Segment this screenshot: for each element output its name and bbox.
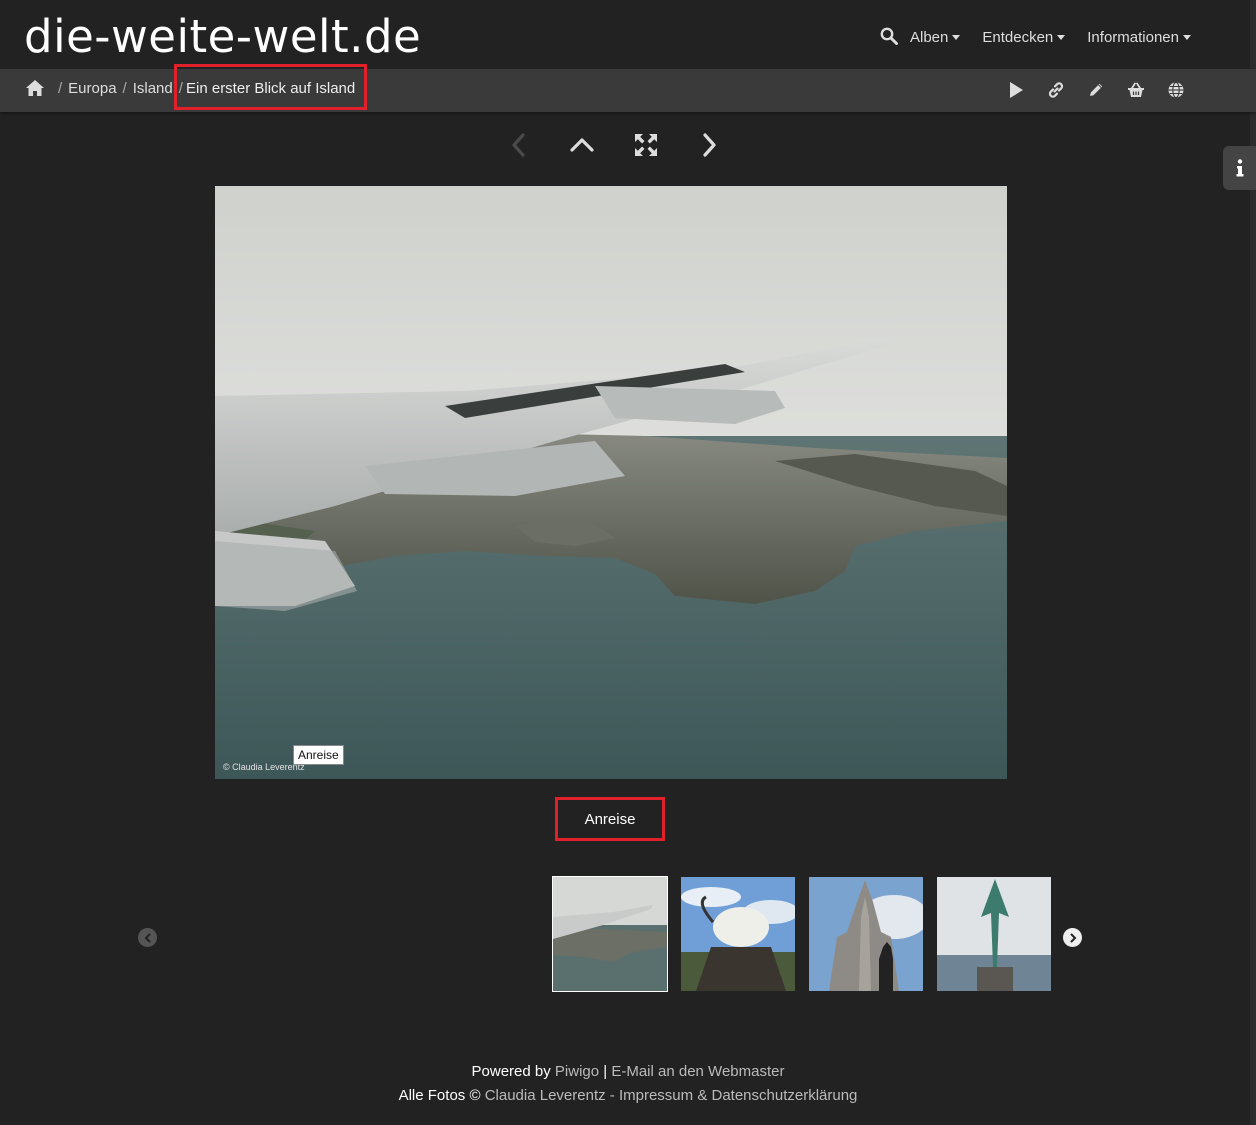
nav-discover-label: Entdecken bbox=[982, 28, 1054, 46]
footer-copyright-sign: © bbox=[469, 1087, 481, 1104]
breadcrumb-island[interactable]: Island bbox=[133, 80, 173, 97]
thumbnail-egg-image bbox=[681, 877, 795, 991]
main-nav: Alben Entdecken Informationen bbox=[880, 25, 1213, 49]
chevron-down-icon bbox=[1057, 34, 1066, 40]
search-icon[interactable] bbox=[880, 27, 900, 47]
info-panel-toggle[interactable] bbox=[1223, 146, 1256, 190]
chevron-down-icon bbox=[1183, 34, 1191, 40]
nav-albums-label: Alben bbox=[910, 28, 949, 46]
breadcrumb-europa[interactable]: Europa bbox=[68, 80, 116, 97]
basket-icon[interactable] bbox=[1126, 80, 1146, 100]
footer-pipe: | bbox=[603, 1063, 608, 1080]
next-image-button[interactable] bbox=[698, 130, 722, 160]
footer-dash: - bbox=[609, 1087, 615, 1104]
breadcrumb: / Europa / Island / bbox=[52, 80, 189, 97]
thumbnail-wing-image bbox=[553, 877, 667, 991]
nav-albums[interactable]: Alben bbox=[910, 28, 961, 46]
thumbnail-church-image bbox=[809, 877, 923, 991]
site-logo[interactable]: die-weite-welt.de bbox=[24, 10, 421, 64]
footer-impressum-link[interactable]: Impressum & Datenschutzerklärung bbox=[619, 1087, 857, 1104]
picture-navigation bbox=[506, 130, 762, 160]
photo-tooltip: Anreise bbox=[293, 745, 344, 765]
thumbnail-anreise[interactable] bbox=[552, 876, 668, 992]
thumbnails-next-button[interactable] bbox=[1063, 928, 1082, 947]
thumbnail-arrow-monument[interactable] bbox=[937, 877, 1051, 991]
nav-discover[interactable]: Entdecken bbox=[982, 28, 1066, 46]
breadcrumb-separator: / bbox=[58, 80, 63, 97]
photo-airplane-wing-over-iceland bbox=[215, 186, 1007, 779]
footer-piwigo-link[interactable]: Piwigo bbox=[555, 1063, 599, 1080]
thumbnail-egg-sculpture[interactable] bbox=[681, 877, 795, 991]
link-icon[interactable] bbox=[1046, 80, 1066, 100]
main-photo[interactable]: © Claudia Leverentz bbox=[215, 186, 1007, 779]
breadcrumb-separator: / bbox=[122, 80, 127, 97]
globe-icon[interactable] bbox=[1166, 80, 1186, 100]
up-to-album-button[interactable] bbox=[570, 130, 594, 160]
top-navbar: die-weite-welt.de Alben Entdecken Inform… bbox=[0, 0, 1256, 69]
fullscreen-icon[interactable] bbox=[634, 130, 658, 160]
highlight-box-caption: Anreise bbox=[555, 797, 665, 841]
image-toolbar bbox=[1006, 80, 1206, 100]
footer-author: Claudia Leverentz bbox=[484, 1087, 606, 1104]
footer-all-photos: Alle Fotos bbox=[398, 1087, 466, 1104]
previous-image-button[interactable] bbox=[506, 130, 530, 160]
photo-caption: Anreise bbox=[584, 810, 636, 828]
chevron-down-icon bbox=[952, 34, 961, 40]
footer-line-1: Powered by Piwigo | E-Mail an den Webmas… bbox=[0, 1063, 1256, 1080]
pencil-icon[interactable] bbox=[1086, 80, 1106, 100]
home-icon[interactable] bbox=[25, 79, 45, 97]
thumbnails-previous-button[interactable] bbox=[138, 928, 157, 947]
footer-powered-by: Powered by bbox=[471, 1063, 551, 1080]
chevron-right-icon bbox=[1070, 933, 1076, 942]
footer-line-2: Alle Fotos © Claudia Leverentz - Impress… bbox=[0, 1087, 1256, 1104]
nav-information[interactable]: Informationen bbox=[1087, 29, 1191, 46]
chevron-left-icon bbox=[144, 933, 150, 942]
thumbnail-monument-image bbox=[937, 877, 1051, 991]
info-icon bbox=[1236, 159, 1243, 177]
footer-webmaster-link[interactable]: E-Mail an den Webmaster bbox=[611, 1063, 784, 1080]
nav-information-label: Informationen bbox=[1087, 28, 1179, 46]
thumbnail-hallgrimskirkja[interactable] bbox=[809, 877, 923, 991]
play-icon[interactable] bbox=[1006, 80, 1026, 100]
highlight-box-title bbox=[174, 64, 367, 110]
